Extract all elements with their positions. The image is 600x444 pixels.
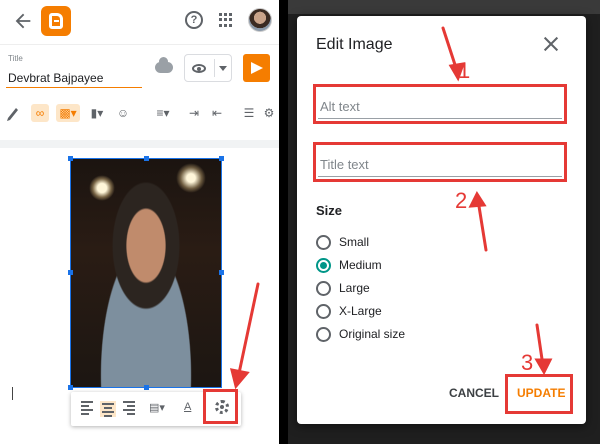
resize-handle[interactable] xyxy=(219,270,224,275)
align-center-icon[interactable] xyxy=(100,401,116,417)
help-icon[interactable]: ? xyxy=(185,11,203,29)
avatar[interactable] xyxy=(248,8,272,32)
caption-icon[interactable]: A xyxy=(184,401,196,417)
eye-icon xyxy=(192,64,206,73)
gear-icon[interactable]: ⚙ xyxy=(261,104,277,122)
resize-handle[interactable] xyxy=(68,156,73,161)
preview-button[interactable] xyxy=(184,54,232,82)
align-left-icon[interactable] xyxy=(81,401,93,417)
cloud-saved-icon xyxy=(155,57,173,73)
outdent-icon[interactable]: ⇤ xyxy=(209,104,225,122)
gear-icon[interactable] xyxy=(215,400,229,414)
resize-handle[interactable] xyxy=(68,385,73,390)
size-option-label: Small xyxy=(339,235,370,249)
apps-icon[interactable] xyxy=(219,13,233,27)
resize-handle[interactable] xyxy=(219,156,224,161)
post-title-area: Title Devbrat Bajpayee xyxy=(0,44,279,94)
resize-handle[interactable] xyxy=(144,385,149,390)
text-cursor xyxy=(12,387,13,400)
alt-text-input[interactable] xyxy=(318,89,562,119)
title-label: Title xyxy=(8,54,23,63)
screenshot: ? Title Devbrat Bajpayee ∞ ▩▾ ▮▾ ☺ ≡▾ ⇥ … xyxy=(0,0,600,444)
list-icon[interactable]: ☰ xyxy=(241,104,257,122)
resize-handle[interactable] xyxy=(68,270,73,275)
video-icon[interactable]: ▮▾ xyxy=(86,104,108,122)
radio-button[interactable] xyxy=(316,327,331,342)
dialog-title: Edit Image xyxy=(316,36,393,53)
image-properties-highlight[interactable] xyxy=(203,389,238,424)
update-button[interactable]: UPDATE xyxy=(517,386,565,400)
size-label: Size xyxy=(316,203,343,218)
blogger-logo[interactable] xyxy=(41,6,71,36)
alt-text-highlight xyxy=(313,84,567,124)
size-option-label: Medium xyxy=(339,258,382,272)
indent-icon[interactable]: ⇥ xyxy=(186,104,202,122)
image-size-icon[interactable]: ▤▾ xyxy=(149,401,173,417)
radio-button[interactable] xyxy=(316,235,331,250)
close-icon[interactable] xyxy=(543,36,559,52)
title-underline xyxy=(6,87,142,88)
format-toolbar: ∞ ▩▾ ▮▾ ☺ ≡▾ ⇥ ⇤ ☰ ⚙ xyxy=(0,96,279,130)
resize-handle[interactable] xyxy=(144,156,149,161)
publish-button[interactable] xyxy=(243,54,270,82)
emoji-icon[interactable]: ☺ xyxy=(115,104,131,122)
align-icon[interactable]: ≡▾ xyxy=(151,104,175,122)
size-option-label: Large xyxy=(339,281,370,295)
post-title-input[interactable]: Devbrat Bajpayee xyxy=(8,71,103,85)
step-number-3: 3 xyxy=(521,350,534,375)
step-number-2: 2 xyxy=(455,188,468,213)
edit-image-dialog: Edit Image Size Small Medium Large X-Lar… xyxy=(297,16,586,424)
image-selection-frame xyxy=(70,158,222,388)
back-arrow-icon[interactable] xyxy=(12,10,34,32)
preview-divider xyxy=(214,59,215,77)
radio-button-selected[interactable] xyxy=(316,258,331,273)
title-text-highlight xyxy=(313,142,567,182)
size-option-label: X-Large xyxy=(339,304,382,318)
post-editor-panel: ? Title Devbrat Bajpayee ∞ ▩▾ ▮▾ ☺ ≡▾ ⇥ … xyxy=(0,0,279,444)
dimmed-toolbar xyxy=(288,0,600,14)
top-bar: ? xyxy=(0,0,279,44)
chevron-down-icon[interactable] xyxy=(219,66,227,71)
pen-icon[interactable] xyxy=(6,104,20,122)
title-text-input[interactable] xyxy=(318,147,562,177)
cancel-button[interactable]: CANCEL xyxy=(449,386,499,400)
radio-button[interactable] xyxy=(316,281,331,296)
align-right-icon[interactable] xyxy=(123,401,135,417)
panel-divider xyxy=(279,0,288,444)
size-option-label: Original size xyxy=(339,327,406,341)
link-icon[interactable]: ∞ xyxy=(31,104,49,122)
image-icon[interactable]: ▩▾ xyxy=(56,104,80,122)
step-number-1: 1 xyxy=(458,58,471,83)
update-highlight: UPDATE xyxy=(505,374,573,414)
radio-button[interactable] xyxy=(316,304,331,319)
